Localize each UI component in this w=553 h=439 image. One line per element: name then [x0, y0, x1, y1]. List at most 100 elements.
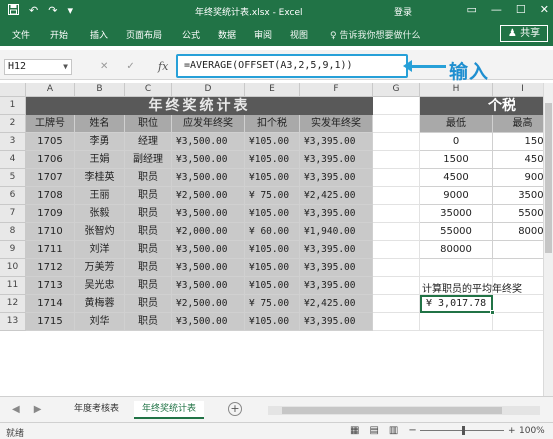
- table-cell[interactable]: 张毅: [75, 205, 125, 223]
- table-cell[interactable]: 职员: [125, 205, 172, 223]
- column-header-f[interactable]: F: [300, 83, 373, 97]
- row-header-4[interactable]: 4: [0, 151, 26, 169]
- page-layout-view-icon[interactable]: ▤: [369, 425, 378, 436]
- grid-cell[interactable]: [373, 241, 420, 259]
- table-cell[interactable]: 1707: [26, 169, 75, 187]
- tax-low-cell[interactable]: 35000: [420, 205, 493, 223]
- table-cell[interactable]: ¥3,395.00: [300, 133, 373, 151]
- table-cell[interactable]: ¥105.00: [245, 151, 300, 169]
- column-header-b[interactable]: B: [75, 83, 125, 97]
- name-box[interactable]: H12 ▼: [4, 59, 72, 75]
- table-cell[interactable]: ¥2,000.00: [172, 223, 245, 241]
- cancel-icon[interactable]: ✕: [100, 61, 108, 72]
- tab-home[interactable]: 开始: [50, 28, 68, 41]
- row-header-3[interactable]: 3: [0, 133, 26, 151]
- table-cell[interactable]: ¥2,500.00: [172, 187, 245, 205]
- table-cell[interactable]: 1715: [26, 313, 75, 331]
- table-cell[interactable]: 王娟: [75, 151, 125, 169]
- table-cell[interactable]: 李桂英: [75, 169, 125, 187]
- worksheet-grid[interactable]: A B C D E F G H I 1 2 3 4 5 6 7 8 9 10 11 12 13 年终奖统计表 工牌号 姓名 职位应…: [0, 83, 553, 396]
- table-cell[interactable]: ¥3,395.00: [300, 277, 373, 295]
- prev-sheet-icon[interactable]: ◀: [12, 404, 20, 415]
- grid-cell[interactable]: [373, 115, 420, 133]
- table-cell[interactable]: ¥3,500.00: [172, 259, 245, 277]
- select-all-corner[interactable]: [0, 83, 26, 97]
- row-header-1[interactable]: 1: [0, 97, 26, 115]
- tab-data[interactable]: 数据: [218, 28, 236, 41]
- column-header-d[interactable]: D: [172, 83, 245, 97]
- table-cell[interactable]: ¥105.00: [245, 205, 300, 223]
- ribbon-display-icon[interactable]: ▭: [467, 3, 477, 16]
- grid-cell[interactable]: [373, 313, 420, 331]
- table-cell[interactable]: ¥3,395.00: [300, 169, 373, 187]
- table-cell[interactable]: 职员: [125, 259, 172, 277]
- row-header-10[interactable]: 10: [0, 259, 26, 277]
- grid-cell[interactable]: [373, 151, 420, 169]
- table-cell[interactable]: 职员: [125, 187, 172, 205]
- table-cell[interactable]: ¥2,425.00: [300, 187, 373, 205]
- table-cell[interactable]: ¥105.00: [245, 259, 300, 277]
- tab-review[interactable]: 审阅: [254, 28, 272, 41]
- grid-cell[interactable]: [373, 187, 420, 205]
- table-cell[interactable]: 李勇: [75, 133, 125, 151]
- insert-function-icon[interactable]: fx: [158, 60, 168, 73]
- save-icon[interactable]: [8, 4, 19, 19]
- zoom-in-icon[interactable]: +: [508, 426, 516, 436]
- table-cell[interactable]: ¥3,500.00: [172, 277, 245, 295]
- grid-cell[interactable]: [373, 133, 420, 151]
- table-cell[interactable]: 职员: [125, 223, 172, 241]
- table-cell[interactable]: ¥3,500.00: [172, 205, 245, 223]
- formula-input[interactable]: =AVERAGE(OFFSET(A3,2,5,9,1)): [176, 54, 408, 78]
- normal-view-icon[interactable]: ▦: [350, 425, 359, 436]
- horizontal-scrollbar[interactable]: [268, 406, 540, 415]
- customize-qat-icon[interactable]: ▾: [67, 4, 73, 19]
- table-cell[interactable]: ¥ 75.00: [245, 295, 300, 313]
- row-header-5[interactable]: 5: [0, 169, 26, 187]
- column-header-a[interactable]: A: [26, 83, 75, 97]
- row-header-2[interactable]: 2: [0, 115, 26, 133]
- table-cell[interactable]: 职员: [125, 295, 172, 313]
- close-icon[interactable]: ✕: [540, 3, 549, 16]
- table-cell[interactable]: 王丽: [75, 187, 125, 205]
- table-cell[interactable]: ¥105.00: [245, 313, 300, 331]
- row-header-11[interactable]: 11: [0, 277, 26, 295]
- table-cell[interactable]: 吴光忠: [75, 277, 125, 295]
- grid-cell[interactable]: [373, 295, 420, 313]
- table-cell[interactable]: ¥3,395.00: [300, 241, 373, 259]
- table-cell[interactable]: 刘华: [75, 313, 125, 331]
- table-cell[interactable]: 1708: [26, 187, 75, 205]
- grid-cell[interactable]: [373, 223, 420, 241]
- row-header-6[interactable]: 6: [0, 187, 26, 205]
- table-cell[interactable]: 1710: [26, 223, 75, 241]
- column-header-c[interactable]: C: [125, 83, 172, 97]
- vertical-scroll-thumb[interactable]: [545, 103, 552, 253]
- table-cell[interactable]: 1706: [26, 151, 75, 169]
- row-header-13[interactable]: 13: [0, 313, 26, 331]
- share-button[interactable]: ♟ 共享: [500, 25, 548, 42]
- table-cell[interactable]: 1711: [26, 241, 75, 259]
- column-header-h[interactable]: H: [420, 83, 493, 97]
- table-cell[interactable]: ¥3,500.00: [172, 151, 245, 169]
- chevron-down-icon[interactable]: ▼: [63, 60, 68, 74]
- add-sheet-button[interactable]: +: [228, 402, 242, 416]
- tax-low-cell[interactable]: 1500: [420, 151, 493, 169]
- redo-icon[interactable]: ↷: [48, 4, 57, 19]
- maximize-icon[interactable]: ☐: [516, 3, 526, 16]
- row-header-9[interactable]: 9: [0, 241, 26, 259]
- grid-cell[interactable]: [373, 97, 420, 115]
- table-cell[interactable]: ¥3,395.00: [300, 313, 373, 331]
- table-cell[interactable]: 1709: [26, 205, 75, 223]
- tab-file[interactable]: 文件: [12, 28, 30, 41]
- row-header-12[interactable]: 12: [0, 295, 26, 313]
- next-sheet-icon[interactable]: ▶: [34, 404, 42, 415]
- table-cell[interactable]: ¥3,500.00: [172, 241, 245, 259]
- undo-icon[interactable]: ↶: [29, 4, 38, 19]
- table-cell[interactable]: 刘洋: [75, 241, 125, 259]
- table-cell[interactable]: 经理: [125, 133, 172, 151]
- table-cell[interactable]: 1713: [26, 277, 75, 295]
- selected-cell-h12[interactable]: ¥ 3,017.78: [420, 295, 495, 315]
- tax-low-cell[interactable]: 0: [420, 133, 493, 151]
- page-break-view-icon[interactable]: ▥: [389, 425, 398, 436]
- table-cell[interactable]: 黄梅蓉: [75, 295, 125, 313]
- table-cell[interactable]: 张智灼: [75, 223, 125, 241]
